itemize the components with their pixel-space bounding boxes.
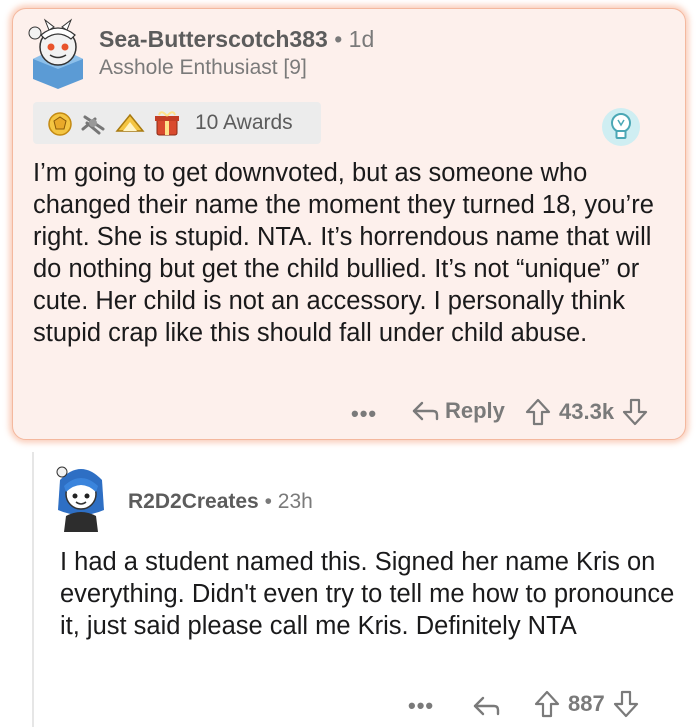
comment-header: Sea-Butterscotch383 • 1d	[99, 26, 374, 53]
author-name[interactable]: R2D2Creates	[128, 490, 259, 513]
vote-controls: 43.3k	[525, 398, 648, 426]
separator-dot: •	[334, 26, 343, 52]
downvote-arrow-icon[interactable]	[622, 398, 648, 426]
user-avatar-icon[interactable]	[23, 17, 93, 89]
award-icons	[48, 111, 179, 136]
author-name[interactable]: Sea-Butterscotch383	[99, 26, 328, 52]
reply-header: R2D2Creates • 23h	[128, 490, 313, 514]
reply-label: Reply	[445, 398, 505, 423]
reply-time: 23h	[277, 490, 313, 513]
reply-actions: ••• 887	[0, 687, 700, 727]
lightbulb-icon[interactable]	[601, 107, 641, 147]
more-options-button[interactable]: •••	[351, 401, 377, 427]
comment-time: 1d	[348, 26, 375, 52]
separator-dot: •	[264, 490, 272, 513]
comment-body: I’m going to get downvoted, but as someo…	[33, 159, 654, 347]
upvote-arrow-icon[interactable]	[534, 690, 560, 718]
reply-button[interactable]: Reply	[411, 398, 505, 424]
upvote-arrow-icon[interactable]	[525, 398, 551, 426]
user-avatar-icon[interactable]	[50, 460, 112, 532]
vote-score: 43.3k	[559, 399, 615, 424]
vote-controls: 887	[534, 690, 639, 718]
awards-count: 10 Awards	[195, 111, 293, 134]
awards-bar[interactable]: 10 Awards	[33, 102, 321, 144]
highlighted-comment: Sea-Butterscotch383 • 1d Asshole Enthusi…	[12, 8, 686, 440]
reply-arrow-icon[interactable]	[472, 694, 500, 718]
reply-body: I had a student named this. Signed her n…	[60, 548, 675, 640]
comment-actions: ••• Reply 43.3k	[13, 395, 687, 435]
user-flair: Asshole Enthusiast [9]	[99, 56, 307, 79]
more-options-button[interactable]: •••	[408, 693, 434, 719]
downvote-arrow-icon[interactable]	[613, 690, 639, 718]
reply-arrow-icon	[412, 401, 439, 421]
vote-score: 887	[568, 691, 605, 716]
thread-line[interactable]	[32, 452, 34, 727]
